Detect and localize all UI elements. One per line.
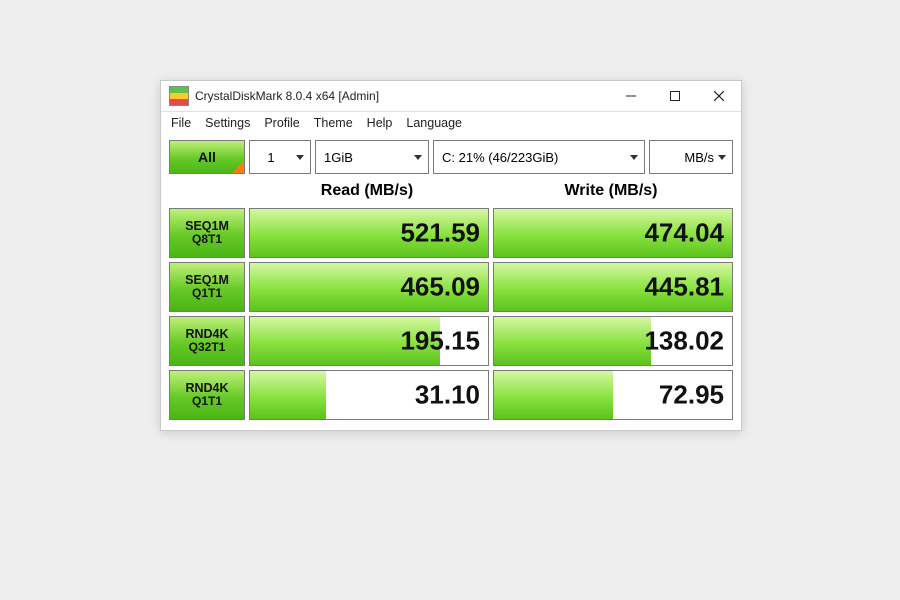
drive-value: C: 21% (46/223GiB) [442, 150, 558, 165]
maximize-button[interactable] [653, 81, 697, 111]
unit-value: MB/s [684, 150, 714, 165]
menu-theme[interactable]: Theme [314, 116, 353, 130]
read-value: 465.09 [400, 272, 480, 303]
read-header: Read (MB/s) [245, 178, 489, 204]
test-size-select[interactable]: 1GiB [315, 140, 429, 174]
test-label-line2: Q8T1 [192, 233, 222, 246]
test-label-line2: Q1T1 [192, 395, 222, 408]
results-grid: SEQ1MQ8T1 521.59 474.04 SEQ1MQ1T1 465.09 445.… [169, 208, 733, 420]
result-row: SEQ1MQ1T1 465.09 445.81 [169, 262, 733, 312]
read-cell: 195.15 [249, 316, 489, 366]
read-cell: 521.59 [249, 208, 489, 258]
app-icon [169, 86, 189, 106]
write-value: 474.04 [644, 218, 724, 249]
read-value: 31.10 [415, 380, 480, 411]
menu-help[interactable]: Help [367, 116, 393, 130]
write-value: 138.02 [644, 326, 724, 357]
test-label-line2: Q1T1 [192, 287, 222, 300]
column-headers: Read (MB/s) Write (MB/s) [169, 178, 733, 204]
write-bar [494, 317, 651, 365]
write-value: 445.81 [644, 272, 724, 303]
menu-settings[interactable]: Settings [205, 116, 250, 130]
unit-select[interactable]: MB/s [649, 140, 733, 174]
window-title: CrystalDiskMark 8.0.4 x64 [Admin] [195, 89, 609, 103]
minimize-button[interactable] [609, 81, 653, 111]
write-header: Write (MB/s) [489, 178, 733, 204]
test-button-rnd4k-q1t1[interactable]: RND4KQ1T1 [169, 370, 245, 420]
read-cell: 31.10 [249, 370, 489, 420]
test-button-seq1m-q1t1[interactable]: SEQ1MQ1T1 [169, 262, 245, 312]
write-cell: 72.95 [493, 370, 733, 420]
read-cell: 465.09 [249, 262, 489, 312]
write-cell: 474.04 [493, 208, 733, 258]
run-all-button[interactable]: All [169, 140, 245, 174]
close-button[interactable] [697, 81, 741, 111]
app-window: CrystalDiskMark 8.0.4 x64 [Admin] File S… [160, 80, 742, 431]
test-button-rnd4k-q32t1[interactable]: RND4KQ32T1 [169, 316, 245, 366]
client-area: All 1 1GiB C: 21% (46/223GiB) MB/s Read … [161, 136, 741, 430]
test-label-line2: Q32T1 [189, 341, 226, 354]
runs-value: 1 [267, 150, 274, 165]
write-bar [494, 371, 613, 419]
read-bar [250, 371, 326, 419]
header-spacer [169, 178, 245, 204]
runs-select[interactable]: 1 [249, 140, 311, 174]
test-button-seq1m-q8t1[interactable]: SEQ1MQ8T1 [169, 208, 245, 258]
result-row: RND4KQ1T1 31.10 72.95 [169, 370, 733, 420]
drive-select[interactable]: C: 21% (46/223GiB) [433, 140, 645, 174]
menu-file[interactable]: File [171, 116, 191, 130]
write-cell: 138.02 [493, 316, 733, 366]
title-bar[interactable]: CrystalDiskMark 8.0.4 x64 [Admin] [161, 81, 741, 112]
menu-profile[interactable]: Profile [264, 116, 299, 130]
test-size-value: 1GiB [324, 150, 353, 165]
menu-language[interactable]: Language [406, 116, 462, 130]
result-row: SEQ1MQ8T1 521.59 474.04 [169, 208, 733, 258]
menu-bar: File Settings Profile Theme Help Languag… [161, 112, 741, 136]
result-row: RND4KQ32T1 195.15 138.02 [169, 316, 733, 366]
write-cell: 445.81 [493, 262, 733, 312]
write-value: 72.95 [659, 380, 724, 411]
read-value: 195.15 [400, 326, 480, 357]
window-buttons [609, 81, 741, 111]
toolbar: All 1 1GiB C: 21% (46/223GiB) MB/s [169, 140, 733, 174]
read-value: 521.59 [400, 218, 480, 249]
